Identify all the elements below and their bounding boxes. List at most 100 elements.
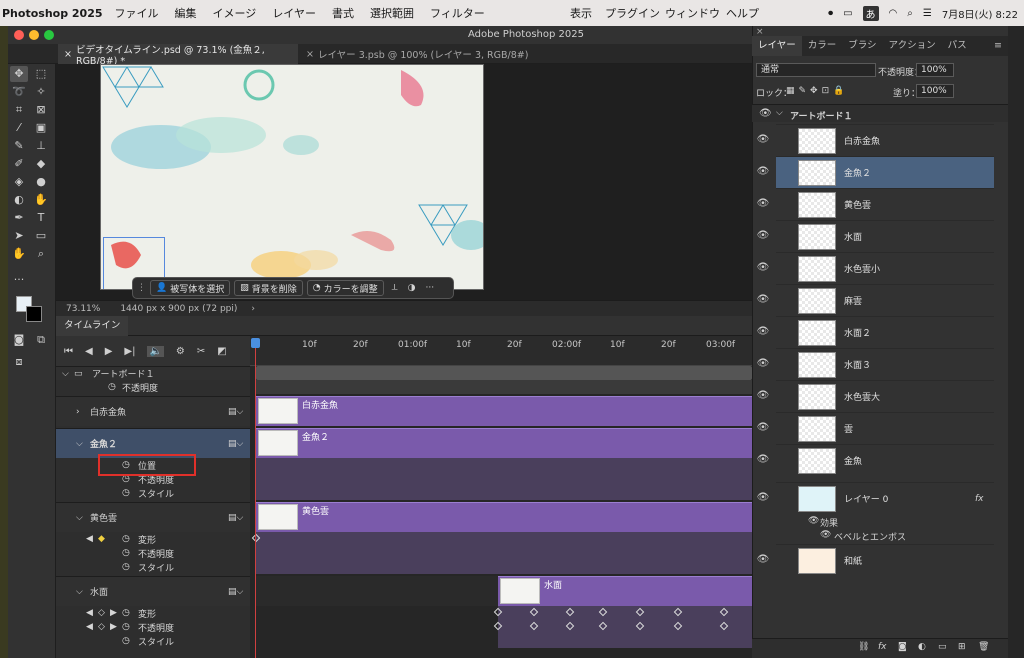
doc-tab-active[interactable]: × ビデオタイムライン.psd @ 73.1% (金魚２, RGB/8#) *: [58, 44, 298, 67]
timeline-property-row[interactable]: ◀ ◇ ▶ ◷ 不透明度: [56, 620, 250, 634]
panel-menu-icon[interactable]: ≡: [988, 36, 1008, 56]
trash-icon[interactable]: 🗑: [978, 642, 989, 652]
keyframe-toggle-icon[interactable]: ◇: [98, 608, 105, 618]
history-brush-tool-icon[interactable]: ✐: [10, 156, 28, 172]
prev-frame-icon[interactable]: ◀: [85, 346, 93, 357]
menu-edit[interactable]: 編集: [175, 5, 197, 21]
opacity-field[interactable]: 100%: [916, 63, 954, 77]
stopwatch-icon[interactable]: ◷: [122, 562, 130, 572]
first-frame-icon[interactable]: ⏮: [64, 346, 73, 357]
blur-tool-icon[interactable]: ●: [32, 174, 50, 190]
tab-layers[interactable]: レイヤー: [752, 36, 802, 56]
record-icon[interactable]: ⏺: [828, 8, 833, 19]
clock[interactable]: 7月8日(火) 8:22: [942, 6, 1018, 21]
split-scissors-icon[interactable]: ✂: [197, 346, 205, 357]
mask-icon[interactable]: ◑: [408, 283, 416, 293]
artboard-canvas[interactable]: [100, 64, 484, 290]
eye-icon[interactable]: 👁: [755, 554, 771, 565]
menu-image[interactable]: イメージ: [213, 5, 257, 21]
wifi-icon[interactable]: ◠: [889, 8, 898, 19]
brush-tool-icon[interactable]: ✎: [10, 138, 28, 154]
tab-timeline[interactable]: タイムライン: [56, 316, 129, 336]
stopwatch-icon[interactable]: ◷: [122, 608, 130, 618]
transition-icon[interactable]: ◩: [217, 346, 226, 357]
timeline-property-row[interactable]: ◷ スタイル: [56, 634, 250, 648]
eye-icon[interactable]: 👁: [755, 390, 771, 401]
timeline-property-row[interactable]: ◷ 不透明度: [56, 380, 250, 394]
smudge-tool-icon[interactable]: ✋: [32, 192, 50, 208]
ime-indicator[interactable]: あ: [862, 5, 879, 21]
layer-row[interactable]: 水面２: [776, 316, 994, 348]
more-options-icon[interactable]: ···: [426, 283, 435, 293]
link-icon[interactable]: ⛓: [858, 642, 869, 652]
menu-window[interactable]: ウィンドウ: [665, 5, 720, 21]
chevron-right-icon[interactable]: ›: [251, 304, 255, 314]
playhead[interactable]: [255, 340, 256, 658]
tab-color[interactable]: カラー: [802, 36, 843, 56]
fill-field[interactable]: 100%: [916, 84, 954, 98]
layer-row[interactable]: レイヤー 0: [776, 482, 994, 514]
timeline-property-row[interactable]: ◀ ◇ ▶ ◷ 変形: [56, 606, 250, 620]
keyframe-toggle-icon[interactable]: ◆: [98, 534, 105, 544]
prev-keyframe-icon[interactable]: ◀: [86, 608, 93, 618]
layer-row[interactable]: 和紙: [776, 544, 994, 576]
film-icon[interactable]: ▤⌵: [228, 587, 243, 597]
frame-tool-icon[interactable]: ⊠: [32, 102, 50, 118]
next-frame-icon[interactable]: ▶|: [124, 346, 135, 357]
menu-view[interactable]: 表示: [570, 5, 592, 21]
eye-icon[interactable]: 👁: [755, 492, 771, 503]
adjustment-layer-icon[interactable]: ◐: [918, 642, 926, 652]
minimize-window-button[interactable]: [29, 30, 39, 40]
timeline-layer-row[interactable]: ⌵ 水面 ▤⌵: [56, 576, 250, 606]
rectangle-tool-icon[interactable]: ▭: [32, 228, 50, 244]
paint-bucket-tool-icon[interactable]: ◈: [10, 174, 28, 190]
layer-row[interactable]: 雲: [776, 412, 994, 444]
chevron-down-icon[interactable]: ⌵: [62, 369, 69, 379]
lasso-tool-icon[interactable]: ➰: [10, 84, 28, 100]
battery-icon[interactable]: ▭: [843, 8, 852, 19]
play-icon[interactable]: ▶: [105, 346, 113, 357]
tab-brush[interactable]: ブラシ: [842, 36, 882, 56]
eye-icon[interactable]: 👁: [755, 358, 771, 369]
zoom-tool-icon[interactable]: ⌕: [32, 246, 50, 262]
clip-track[interactable]: [256, 502, 752, 532]
new-layer-icon[interactable]: ⊞: [958, 642, 966, 652]
stopwatch-icon[interactable]: ◷: [122, 488, 130, 498]
layer-row[interactable]: 水色雲大: [776, 380, 994, 412]
close-tab-icon[interactable]: ×: [64, 49, 72, 60]
blend-mode-select[interactable]: 通常: [756, 63, 876, 77]
dodge-tool-icon[interactable]: ◐: [10, 192, 28, 208]
layer-row[interactable]: 水面３: [776, 348, 994, 380]
timeline-property-row[interactable]: ◷ スタイル: [56, 560, 250, 574]
prev-keyframe-icon[interactable]: ◀: [86, 622, 93, 632]
eraser-tool-icon[interactable]: ◆: [32, 156, 50, 172]
zoom-window-button[interactable]: [44, 30, 54, 40]
remove-background-button[interactable]: ▨ 背景を削除: [234, 280, 303, 296]
background-color-swatch[interactable]: [26, 306, 42, 322]
pen-tool-icon[interactable]: ✒: [10, 210, 28, 226]
patch-tool-icon[interactable]: ▣: [32, 120, 50, 136]
lock-icons[interactable]: ▦✎✥⊡🔒: [786, 86, 848, 96]
transform-icon[interactable]: ⟂: [392, 283, 398, 293]
playhead-handle[interactable]: [251, 338, 260, 348]
layer-row[interactable]: 白赤金魚: [776, 124, 994, 156]
magic-wand-tool-icon[interactable]: ✧: [32, 84, 50, 100]
timeline-property-row[interactable]: ◀ ◆ ◷ 変形: [56, 532, 250, 546]
menu-select[interactable]: 選択範囲: [370, 5, 414, 21]
stamp-tool-icon[interactable]: ⊥: [32, 138, 50, 154]
timeline-property-row[interactable]: ◷ 不透明度: [56, 546, 250, 560]
eye-icon[interactable]: 👁: [808, 516, 819, 526]
eye-icon[interactable]: 👁: [755, 326, 771, 337]
screen-mode-icon[interactable]: ⧉: [32, 332, 50, 348]
zoom-level[interactable]: 73.11%: [66, 304, 100, 314]
eye-icon[interactable]: 👁: [755, 134, 771, 145]
eye-icon[interactable]: 👁: [755, 262, 771, 273]
move-tool-icon[interactable]: ✥: [10, 66, 28, 82]
eye-icon[interactable]: 👁: [755, 454, 771, 465]
chevron-down-icon[interactable]: ⌵: [76, 513, 83, 523]
layer-row[interactable]: 黄色雲: [776, 188, 994, 220]
settings-gear-icon[interactable]: ⚙: [176, 346, 185, 357]
menu-layer[interactable]: レイヤー: [272, 5, 316, 21]
eye-icon[interactable]: 👁: [820, 530, 831, 540]
doc-tab-inactive[interactable]: × レイヤー 3.psb @ 100% (レイヤー 3, RGB/8#): [300, 44, 560, 64]
